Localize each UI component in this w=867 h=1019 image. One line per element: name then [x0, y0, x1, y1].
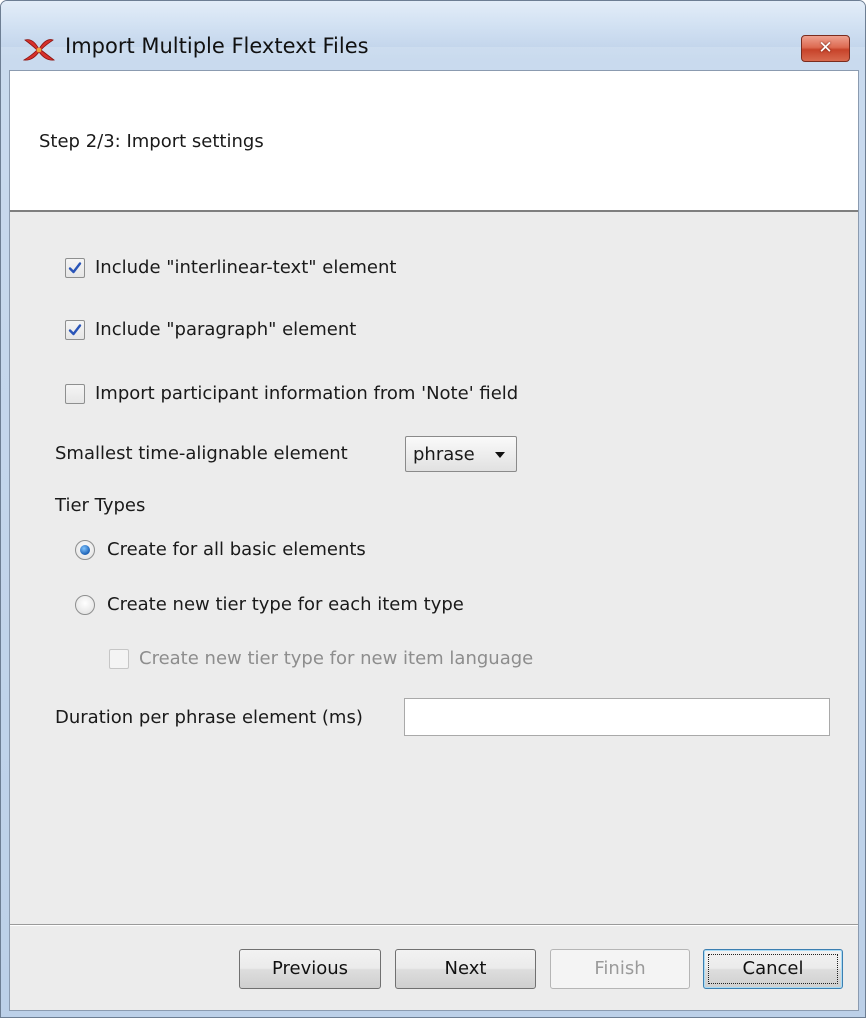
window-title: Import Multiple Flextext Files — [65, 34, 369, 58]
create-per-language-option[interactable]: Create new tier type for new item langua… — [109, 648, 533, 669]
import-participant-checkbox[interactable] — [65, 383, 85, 404]
include-interlinear-checkbox[interactable] — [65, 257, 85, 278]
checkmark-icon — [68, 261, 82, 273]
include-interlinear-label: Include "interlinear-text" element — [95, 257, 397, 278]
step-header: Step 2/3: Import settings — [10, 71, 858, 212]
create-per-item-radio[interactable] — [75, 594, 95, 615]
import-participant-option[interactable]: Import participant information from 'Not… — [65, 383, 518, 404]
duration-label: Duration per phrase element (ms) — [55, 707, 363, 728]
next-button[interactable]: Next — [395, 949, 536, 989]
checkmark-icon — [68, 323, 82, 335]
include-paragraph-label: Include "paragraph" element — [95, 319, 357, 340]
create-per-item-label: Create new tier type for each item type — [107, 594, 464, 615]
cancel-button[interactable]: Cancel — [703, 949, 843, 989]
radio-selected-dot — [80, 544, 90, 555]
chevron-down-icon — [495, 452, 505, 458]
create-all-basic-option[interactable]: Create for all basic elements — [75, 539, 366, 560]
smallest-element-value: phrase — [413, 443, 475, 465]
create-per-item-option[interactable]: Create new tier type for each item type — [75, 594, 464, 615]
smallest-element-row: Smallest time-alignable element — [55, 443, 348, 464]
create-all-basic-label: Create for all basic elements — [107, 539, 366, 560]
smallest-element-label: Smallest time-alignable element — [55, 443, 348, 464]
close-button[interactable]: ✕ — [801, 35, 850, 62]
previous-button[interactable]: Previous — [239, 949, 381, 989]
button-separator — [10, 924, 858, 926]
focus-ring — [708, 954, 838, 984]
create-all-basic-radio[interactable] — [75, 539, 95, 560]
import-participant-label: Import participant information from 'Not… — [95, 383, 519, 404]
tier-types-heading-row: Tier Types — [55, 495, 145, 516]
create-per-language-label: Create new tier type for new item langua… — [139, 648, 534, 669]
close-icon: ✕ — [818, 38, 833, 58]
smallest-element-dropdown[interactable]: phrase — [405, 436, 517, 472]
step-title: Step 2/3: Import settings — [39, 131, 264, 152]
duration-input[interactable] — [404, 698, 830, 736]
duration-row: Duration per phrase element (ms) — [55, 707, 363, 728]
include-paragraph-checkbox[interactable] — [65, 319, 85, 340]
tier-types-heading: Tier Types — [55, 495, 146, 516]
title-bar[interactable]: Import Multiple Flextext Files ✕ — [1, 1, 865, 62]
dialog-window: Import Multiple Flextext Files ✕ Step 2/… — [0, 0, 866, 1018]
create-per-language-checkbox[interactable] — [109, 648, 129, 669]
include-interlinear-option[interactable]: Include "interlinear-text" element — [65, 257, 396, 278]
finish-button[interactable]: Finish — [550, 949, 690, 989]
include-paragraph-option[interactable]: Include "paragraph" element — [65, 319, 356, 340]
dialog-content: Step 2/3: Import settings Include "inter… — [9, 70, 859, 1011]
elan-app-icon — [22, 39, 56, 61]
